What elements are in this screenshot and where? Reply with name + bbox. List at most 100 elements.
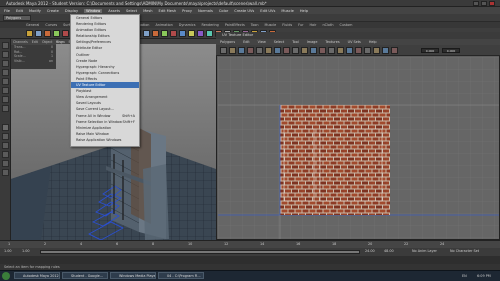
uv-tool-icon[interactable] [229,47,236,54]
shelf-tool-icon[interactable] [179,30,186,37]
uv-tool-icon[interactable] [310,47,317,54]
layout-hypershade-icon[interactable] [2,169,9,176]
minimize-button[interactable] [473,1,479,6]
range-inner-start[interactable]: 1.00 [22,249,30,253]
channel-row[interactable]: Visib... on [11,59,56,64]
layout-four-icon[interactable] [2,133,9,140]
menu-display[interactable]: Display [65,9,78,13]
layout-graph-icon[interactable] [2,160,9,167]
character-set-selector[interactable]: No Character Set [450,249,479,253]
paint-select-icon[interactable] [2,60,9,67]
anim-layer-selector[interactable]: No Anim Layer [412,249,437,253]
shelf-tab-toon[interactable]: Toon [251,23,259,27]
uv-tool-icon[interactable] [247,47,254,54]
shelf-tool-icon[interactable] [143,30,150,37]
uv-tool-icon[interactable] [364,47,371,54]
menu-select[interactable]: Select [126,9,137,13]
channel-box-tab-show[interactable]: Show [56,40,65,44]
menu-edit-uvs[interactable]: Edit UVs [260,9,275,13]
shelf-tool-icon[interactable] [152,30,159,37]
menu-proxy[interactable]: Proxy [182,9,192,13]
shelf-tab-general[interactable]: General [26,23,39,27]
start-button[interactable] [2,272,10,280]
menu-create[interactable]: Create [47,9,59,13]
uv-menu-view[interactable]: View [258,40,266,44]
shelf-tab-ncloth[interactable]: nCloth [322,23,333,27]
taskbar-item[interactable]: Autodesk Maya 2012... [14,272,60,279]
menu-edit[interactable]: Edit [16,9,23,13]
manipulator-icon[interactable] [2,96,9,103]
uv-tool-icon[interactable] [238,47,245,54]
range-end[interactable]: 48.00 [384,249,394,253]
menu-normals[interactable]: Normals [198,9,213,13]
layout-outliner-icon[interactable] [2,151,9,158]
uv-menu-textures[interactable]: Textures [325,40,339,44]
shelf-tool-icon[interactable] [161,30,168,37]
menu-edit-mesh[interactable]: Edit Mesh [159,9,177,13]
uv-tool-icon[interactable] [391,47,398,54]
channel-box-tab-object[interactable]: Object [42,40,52,44]
mode-selector[interactable]: Polygons [3,15,31,21]
channel-box-tab-edit[interactable]: Edit [32,40,38,44]
uv-tool-icon[interactable] [301,47,308,54]
uv-menu-image[interactable]: Image [307,40,318,44]
uv-tool-icon[interactable] [346,47,353,54]
shelf-tool-icon[interactable] [35,30,42,37]
uv-canvas[interactable] [218,57,499,239]
shelf-tab-rendering[interactable]: Rendering [201,23,218,27]
taskbar-item[interactable]: Windows Media Player [110,272,156,279]
shelf-tab-muscle[interactable]: Muscle [265,23,277,27]
channel-box-tab-channels[interactable]: Channels [13,40,28,44]
shelf-tab-dynamics[interactable]: Dynamics [179,23,196,27]
range-bar[interactable] [40,250,360,254]
shelf-tab-hair[interactable]: Hair [309,23,316,27]
menu-file[interactable]: File [4,9,10,13]
uv-tool-icon[interactable] [328,47,335,54]
select-tool-icon[interactable] [2,42,9,49]
last-tool-icon[interactable] [2,105,9,112]
menu-muscle[interactable]: Muscle [281,9,293,13]
uv-tool-icon[interactable] [274,47,281,54]
maximize-button[interactable] [481,1,487,6]
menu-color[interactable]: Color [219,9,228,13]
uv-tool-icon[interactable] [319,47,326,54]
close-button[interactable] [489,1,495,6]
scale-tool-icon[interactable] [2,87,9,94]
shelf-tab-curves[interactable]: Curves [45,23,57,27]
layout-single-icon[interactable] [2,124,9,131]
shelf-tool-icon[interactable] [170,30,177,37]
menu-assets[interactable]: Assets [108,9,120,13]
uv-menu-help[interactable]: Help [369,40,377,44]
shelf-tool-icon[interactable] [62,30,69,37]
range-inner-end[interactable]: 24.00 [365,249,375,253]
menu-mesh[interactable]: Mesh [143,9,152,13]
lasso-tool-icon[interactable] [2,51,9,58]
uv-menu-polygons[interactable]: Polygons [220,40,235,44]
move-tool-icon[interactable] [2,69,9,76]
shelf-tab-fur[interactable]: Fur [298,23,303,27]
menu-help[interactable]: Help [300,9,308,13]
uv-tool-icon[interactable] [256,47,263,54]
uv-tool-icon[interactable] [265,47,272,54]
rotate-tool-icon[interactable] [2,78,9,85]
taskbar-item[interactable]: Student - Google... [62,272,108,279]
uv-field-a[interactable]: 0.000 [421,48,439,53]
shelf-tool-icon[interactable] [206,30,213,37]
shelf-tool-icon[interactable] [53,30,60,37]
uv-tool-icon[interactable] [220,47,227,54]
layout-side-icon[interactable] [2,142,9,149]
time-slider[interactable]: 1 2 4 6 8 10 12 14 16 18 20 22 24 [0,240,500,248]
shelf-tool-icon[interactable] [197,30,204,37]
range-start[interactable]: 1.00 [4,249,12,253]
uv-tool-icon[interactable] [283,47,290,54]
uv-tool-icon[interactable] [382,47,389,54]
shelf-tool-icon[interactable] [188,30,195,37]
uv-tool-icon[interactable] [355,47,362,54]
window-menu-item[interactable]: Raise Application Windows [71,137,139,143]
uv-menu-select[interactable]: Select [274,40,284,44]
uv-tool-icon[interactable] [337,47,344,54]
menu-modify[interactable]: Modify [29,9,41,13]
uv-tool-icon[interactable] [292,47,299,54]
menu-create-uvs[interactable]: Create UVs [234,9,254,13]
uv-field-b[interactable]: 0.000 [442,48,460,53]
